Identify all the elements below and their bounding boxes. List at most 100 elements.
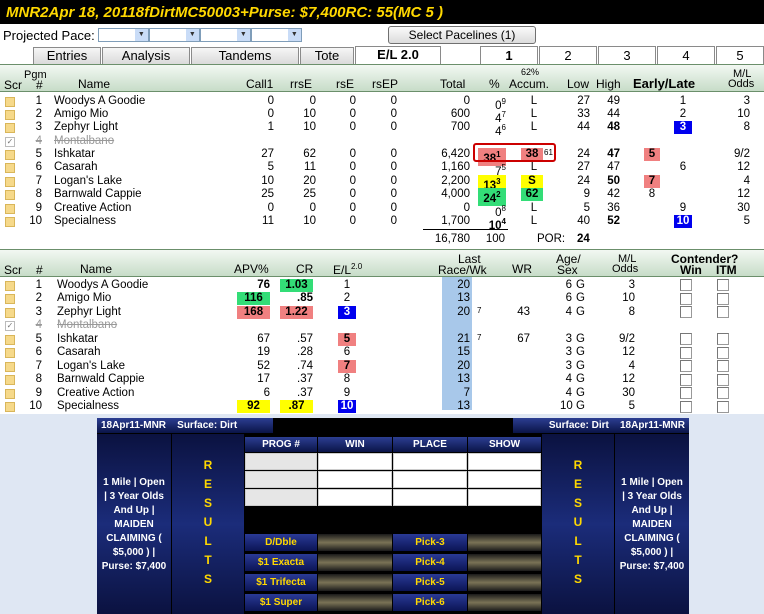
pct-rank: 8 — [501, 204, 506, 213]
scratch-checkbox[interactable] — [5, 402, 15, 412]
scratch-checkbox[interactable] — [5, 150, 15, 160]
col-rse: rsE — [336, 77, 354, 91]
scratch-checkbox[interactable] — [5, 294, 15, 304]
last-race-sup: 7 — [477, 333, 482, 342]
age: 4 — [565, 306, 572, 318]
contender-win-checkbox[interactable] — [680, 360, 692, 372]
last-race-weeks: 7 — [463, 387, 470, 399]
horse-name: Specialness — [54, 215, 117, 227]
scratch-checkbox[interactable] — [5, 335, 15, 345]
scratch-checkbox[interactable] — [5, 217, 15, 227]
program-number: 5 — [35, 148, 42, 160]
contender-win-checkbox[interactable] — [680, 400, 692, 413]
scratch-checkbox[interactable]: ✓ — [5, 137, 15, 147]
scratch-checkbox[interactable] — [5, 389, 15, 399]
contender-win-checkbox[interactable] — [680, 279, 692, 291]
scratch-checkbox[interactable] — [5, 375, 15, 385]
el-value: 1 — [343, 279, 351, 291]
early-badge: 8 — [648, 188, 656, 200]
tab-el-2[interactable]: E/L 2.0 — [355, 46, 441, 64]
scratch-checkbox[interactable] — [5, 281, 15, 291]
pct-rank: 9 — [501, 97, 506, 106]
results-letter: E — [203, 477, 212, 491]
race-tab-2[interactable]: 2 — [539, 46, 597, 64]
program-number: 7 — [35, 360, 42, 372]
results-letter: U — [203, 515, 213, 529]
race-tab-1[interactable]: 1 — [480, 46, 538, 64]
contender-itm-checkbox[interactable] — [717, 387, 729, 399]
pace-row: 7 Logan's Lake 10 20 0 0 2,200 133 S 24 50 7 4 — [0, 175, 764, 193]
scratch-checkbox[interactable] — [5, 348, 15, 358]
result-payout-cell — [393, 471, 467, 488]
rrse: 20 — [303, 175, 316, 187]
contender-itm-checkbox[interactable] — [717, 292, 729, 305]
tab-row: Entries Analysis Tandems Tote E/L 2.0 1 … — [0, 46, 764, 64]
program-number: 4 — [35, 135, 42, 147]
accum-value: L — [527, 202, 541, 215]
contender-win-checkbox[interactable] — [680, 373, 692, 386]
contender-itm-checkbox[interactable] — [717, 279, 729, 291]
pace-dropdown-4[interactable]: ▼ — [250, 28, 302, 42]
program-number: 8 — [35, 373, 42, 385]
tab-analysis[interactable]: Analysis — [102, 47, 190, 64]
tab-tandems[interactable]: Tandems — [191, 47, 299, 64]
pace-dropdown-3[interactable]: ▼ — [199, 28, 251, 42]
total: 0 — [463, 95, 470, 107]
result-payout-cell — [393, 453, 467, 470]
results-race-id-left: 18Apr11-MNR — [101, 420, 167, 431]
exotic-label-right: Pick-4 — [393, 554, 467, 571]
contender-itm-checkbox[interactable] — [717, 333, 729, 345]
scratch-checkbox[interactable] — [5, 177, 15, 187]
contender-itm-checkbox[interactable] — [717, 346, 729, 359]
scratch-checkbox[interactable] — [5, 163, 15, 173]
win-rate: 43 — [517, 306, 530, 318]
contender-itm-checkbox[interactable] — [717, 306, 729, 318]
scratch-checkbox[interactable] — [5, 362, 15, 372]
el-version: 2.0 — [351, 262, 363, 271]
program-number: 6 — [35, 346, 42, 358]
race-tab-3[interactable]: 3 — [598, 46, 656, 64]
contender-itm-checkbox[interactable] — [717, 400, 729, 413]
last-race-weeks: 13 — [457, 292, 470, 304]
race-tab-5[interactable]: 5 — [716, 46, 764, 64]
program-number: 10 — [29, 215, 42, 227]
rsep: 0 — [390, 188, 397, 200]
race-tab-4[interactable]: 4 — [657, 46, 715, 64]
tab-tote[interactable]: Tote — [300, 47, 354, 64]
morning-line: 12 — [622, 373, 635, 385]
contender-win-checkbox[interactable] — [680, 387, 692, 399]
scratch-checkbox[interactable] — [5, 204, 15, 214]
scratch-checkbox[interactable] — [5, 123, 15, 133]
scratch-checkbox[interactable]: ✓ — [5, 321, 15, 331]
high: 50 — [607, 175, 620, 187]
tab-entries[interactable]: Entries — [33, 47, 101, 64]
pace-dropdown-1[interactable]: ▼ — [97, 28, 149, 42]
horse-name: Ishkatar — [54, 148, 95, 160]
exotic-value-left — [318, 574, 392, 591]
morning-line: 3 — [628, 279, 635, 291]
apv-value: 52 — [257, 360, 270, 372]
contender-win-checkbox[interactable] — [680, 306, 692, 318]
purse: Purse: $7,400 — [248, 3, 346, 21]
scratch-checkbox[interactable] — [5, 97, 15, 107]
morning-line: 4 — [743, 175, 750, 187]
scratch-checkbox[interactable] — [5, 190, 15, 200]
pace-dropdown-2[interactable]: ▼ — [148, 28, 200, 42]
contender-itm-checkbox[interactable] — [717, 360, 729, 372]
horse-name: Ishkatar — [57, 333, 98, 345]
analysis-row: 2 Amigo Mio 116 .85 2 13 6 G 10 — [0, 292, 764, 305]
contender-win-checkbox[interactable] — [680, 346, 692, 359]
morning-line: 4 — [628, 360, 635, 372]
contender-win-checkbox[interactable] — [680, 292, 692, 305]
contender-itm-checkbox[interactable] — [717, 373, 729, 386]
age-restriction: 3+ — [231, 3, 249, 21]
call1: 0 — [267, 95, 274, 107]
rrse: 11 — [304, 161, 316, 173]
scratch-checkbox[interactable] — [5, 308, 15, 318]
select-pacelines-button[interactable]: Select Pacelines (1) — [388, 26, 536, 44]
morning-line: 12 — [737, 161, 750, 173]
col-rsep: rsEP — [372, 77, 399, 91]
contender-win-checkbox[interactable] — [680, 333, 692, 345]
race-description-line: CLAIMING ( — [624, 533, 680, 544]
scratch-checkbox[interactable] — [5, 110, 15, 120]
